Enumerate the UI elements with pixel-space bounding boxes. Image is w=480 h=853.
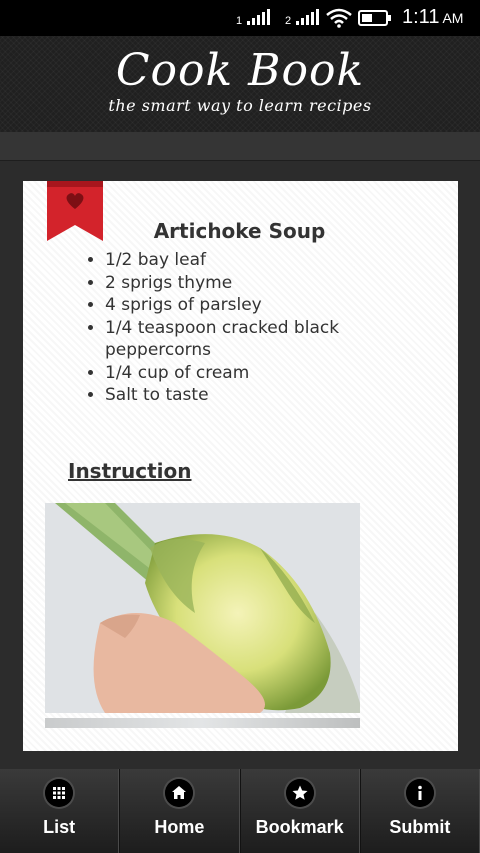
instruction-heading: Instruction [68, 459, 192, 483]
list-item: 1/4 teaspoon cracked black peppercorns [105, 317, 445, 362]
sim1-label: 1 [236, 15, 243, 27]
recipe-card: Artichoke Soup 1/2 bay leaf 2 sprigs thy… [23, 181, 458, 751]
recipe-title: Artichoke Soup [153, 219, 326, 243]
list-item: 2 sprigs thyme [105, 272, 445, 295]
home-icon [165, 779, 194, 807]
app-title: Cook Book [115, 45, 365, 96]
nav-bookmark-label: Bookmark [255, 817, 344, 837]
clock: 1:11 AM [402, 6, 463, 29]
nav-home-label: Home [154, 817, 205, 837]
wifi-icon [326, 8, 352, 28]
nav-home-button[interactable]: Home [119, 769, 240, 853]
status-bar: 1 2 1:11 AM [0, 0, 480, 36]
grid-icon [45, 779, 74, 807]
sim2-label: 2 [285, 15, 292, 27]
battery-icon [358, 10, 391, 26]
header-subbar [0, 132, 480, 161]
list-item: 1/4 cup of cream [105, 362, 445, 385]
bottom-nav: List Home Bookmark Submit [0, 769, 480, 853]
list-item: Salt to taste [105, 384, 445, 407]
nav-submit-button[interactable]: Submit [359, 769, 480, 853]
list-item: 4 sprigs of parsley [105, 294, 445, 317]
info-icon [405, 779, 434, 807]
app-header: Cook Book the smart way to learn recipes [0, 36, 480, 133]
nav-bookmark-button[interactable]: Bookmark [239, 769, 360, 853]
artichoke-photo [45, 503, 360, 713]
star-icon [285, 779, 314, 807]
list-item: 1/2 bay leaf [105, 249, 445, 272]
nav-list-button[interactable]: List [0, 769, 120, 853]
clock-ampm: AM [442, 10, 464, 26]
ingredient-list: 1/2 bay leaf 2 sprigs thyme 4 sprigs of … [85, 250, 445, 407]
clock-time: 1:11 [402, 6, 440, 28]
image-strip [45, 718, 360, 728]
nav-list-label: List [43, 817, 76, 837]
app-subtitle: the smart way to learn recipes [108, 96, 372, 115]
nav-submit-label: Submit [389, 817, 451, 837]
